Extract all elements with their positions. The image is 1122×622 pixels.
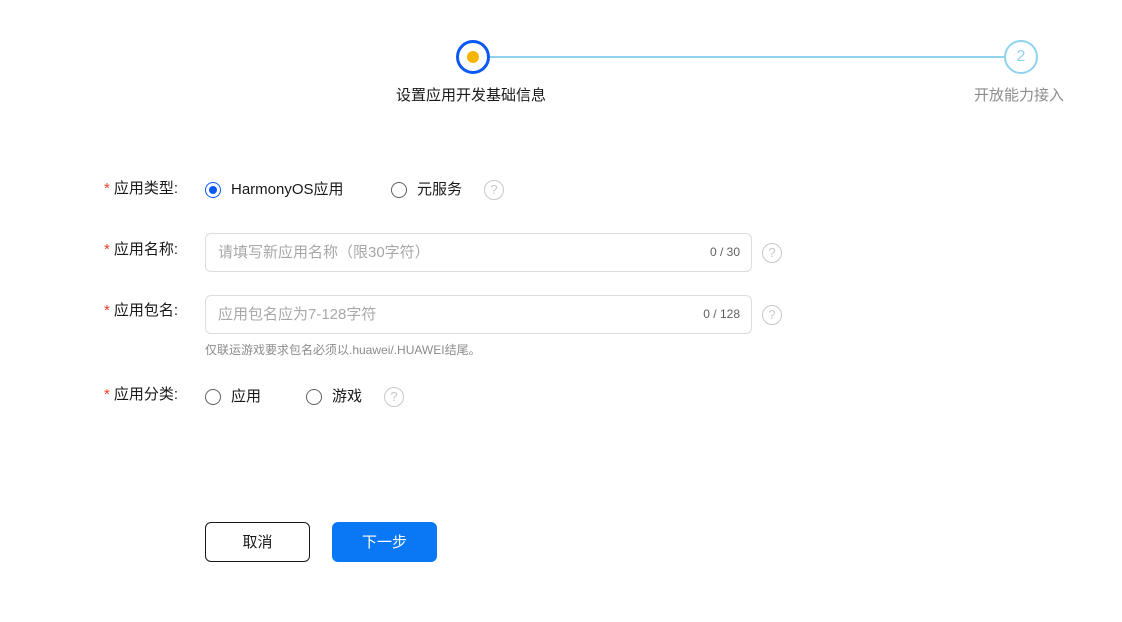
- package-name-field[interactable]: 0 / 128: [205, 295, 752, 334]
- app-name-label: * 应用名称:: [104, 240, 178, 260]
- app-category-game-label: 游戏: [332, 388, 363, 405]
- app-type-harmonyos-label: HarmonyOS应用: [231, 181, 344, 198]
- current-step-dot-icon: [467, 51, 479, 63]
- step-2-label: 开放能力接入: [974, 87, 1065, 104]
- step-1-label: 设置应用开发基础信息: [396, 87, 547, 104]
- question-circle-icon[interactable]: ?: [484, 180, 504, 200]
- cancel-button[interactable]: 取消: [205, 522, 310, 562]
- package-name-hint: 仅联运游戏要求包名必须以.huawei/.HUAWEI结尾。: [205, 343, 481, 357]
- app-name-input[interactable]: [218, 234, 678, 271]
- app-category-app-label: 应用: [231, 388, 262, 405]
- required-mark: *: [104, 241, 110, 258]
- package-name-input[interactable]: [218, 296, 678, 333]
- app-type-label-text: 应用类型:: [113, 180, 179, 197]
- app-category-game-radio[interactable]: 游戏: [306, 387, 362, 407]
- app-category-app-radio[interactable]: 应用: [205, 387, 261, 407]
- stepper: 设置应用开发基础信息 2 开放能力接入: [0, 0, 1122, 120]
- app-type-harmonyos-radio[interactable]: HarmonyOS应用: [205, 180, 344, 200]
- app-category-label: * 应用分类:: [104, 385, 178, 405]
- radio-unchecked-icon[interactable]: [205, 389, 221, 405]
- app-name-label-text: 应用名称:: [113, 241, 179, 258]
- radio-checked-icon[interactable]: [205, 182, 221, 198]
- step-1-indicator: [456, 40, 490, 74]
- package-name-char-counter: 0 / 128: [703, 307, 740, 321]
- app-name-field[interactable]: 0 / 30: [205, 233, 752, 272]
- radio-unchecked-icon[interactable]: [306, 389, 322, 405]
- question-circle-icon[interactable]: ?: [384, 387, 404, 407]
- step-connector-line: [490, 56, 1004, 58]
- app-name-char-counter: 0 / 30: [709, 245, 740, 259]
- question-circle-icon[interactable]: ?: [762, 305, 782, 325]
- question-circle-icon[interactable]: ?: [762, 243, 782, 263]
- step-2-indicator: 2: [1004, 40, 1038, 74]
- package-name-label: * 应用包名:: [104, 301, 178, 321]
- app-type-atomic-service-radio[interactable]: 元服务: [391, 180, 462, 200]
- app-category-label-text: 应用分类:: [113, 386, 179, 403]
- required-mark: *: [104, 180, 110, 197]
- package-name-label-text: 应用包名:: [113, 302, 179, 319]
- radio-unchecked-icon[interactable]: [391, 182, 407, 198]
- app-type-label: * 应用类型:: [104, 179, 178, 199]
- required-mark: *: [104, 386, 110, 403]
- app-type-atomic-service-label: 元服务: [417, 181, 463, 198]
- next-step-button[interactable]: 下一步: [332, 522, 437, 562]
- required-mark: *: [104, 302, 110, 319]
